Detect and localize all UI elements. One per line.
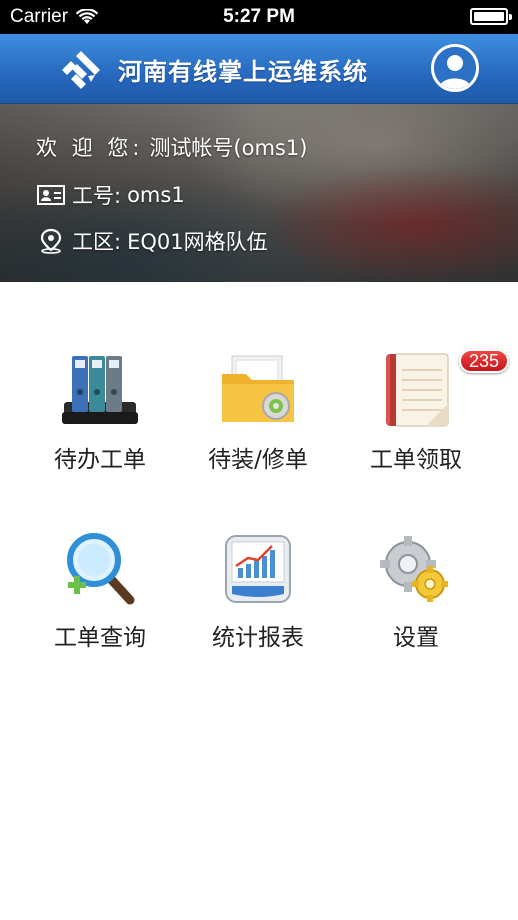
diamond-logo-icon bbox=[62, 51, 100, 89]
menu-settings[interactable]: 设置 bbox=[341, 528, 491, 652]
zone-label: 工区: bbox=[72, 230, 122, 254]
id-label: 工号: bbox=[72, 184, 122, 208]
folder-gear-icon bbox=[222, 355, 294, 422]
id-value: oms1 bbox=[127, 183, 185, 207]
location-pin-icon bbox=[40, 228, 62, 254]
zone-value: EQ01网格队伍 bbox=[127, 230, 268, 254]
user-avatar-icon bbox=[434, 47, 476, 89]
id-card-icon bbox=[37, 185, 65, 205]
user-info-banner: 欢 迎 您: 测试帐号(oms1) 工号: oms1 工区: EQ01网格队伍 bbox=[0, 104, 518, 282]
zone-row: 工区: EQ01网格队伍 bbox=[36, 226, 268, 256]
id-row: 工号: oms1 bbox=[36, 180, 185, 210]
status-bar: Carrier 5:27 PM bbox=[0, 0, 518, 34]
welcome-value: 测试帐号(oms1) bbox=[149, 136, 308, 160]
graph-report-icon bbox=[225, 535, 291, 603]
app-header: 河南有线掌上运维系统 bbox=[0, 34, 518, 104]
menu-label: 统计报表 bbox=[212, 625, 304, 651]
claim-count-badge: 235 bbox=[459, 349, 509, 373]
menu-label: 设置 bbox=[393, 625, 439, 651]
menu-order-query[interactable]: 工单查询 bbox=[25, 528, 175, 652]
welcome-label: 欢 迎 您: bbox=[36, 136, 144, 160]
welcome-row: 欢 迎 您: 测试帐号(oms1) bbox=[36, 132, 307, 162]
user-avatar-button[interactable] bbox=[431, 44, 479, 92]
binders-icon bbox=[62, 356, 138, 424]
menu-label: 工单查询 bbox=[54, 625, 146, 651]
status-time: 5:27 PM bbox=[223, 6, 295, 27]
menu-pending-orders[interactable]: 待办工单 bbox=[25, 350, 175, 474]
magnifier-plus-icon bbox=[67, 533, 135, 605]
gears-icon bbox=[380, 536, 448, 602]
menu-label: 待装/修单 bbox=[208, 447, 308, 473]
app-title: 河南有线掌上运维系统 bbox=[118, 58, 368, 86]
menu-install-repair[interactable]: 待装/修单 bbox=[183, 350, 333, 474]
battery-icon bbox=[470, 8, 512, 25]
menu-label: 待办工单 bbox=[54, 447, 146, 473]
menu-label: 工单领取 bbox=[370, 447, 462, 473]
menu-statistics-report[interactable]: 统计报表 bbox=[183, 528, 333, 652]
notebook-icon bbox=[386, 353, 449, 427]
